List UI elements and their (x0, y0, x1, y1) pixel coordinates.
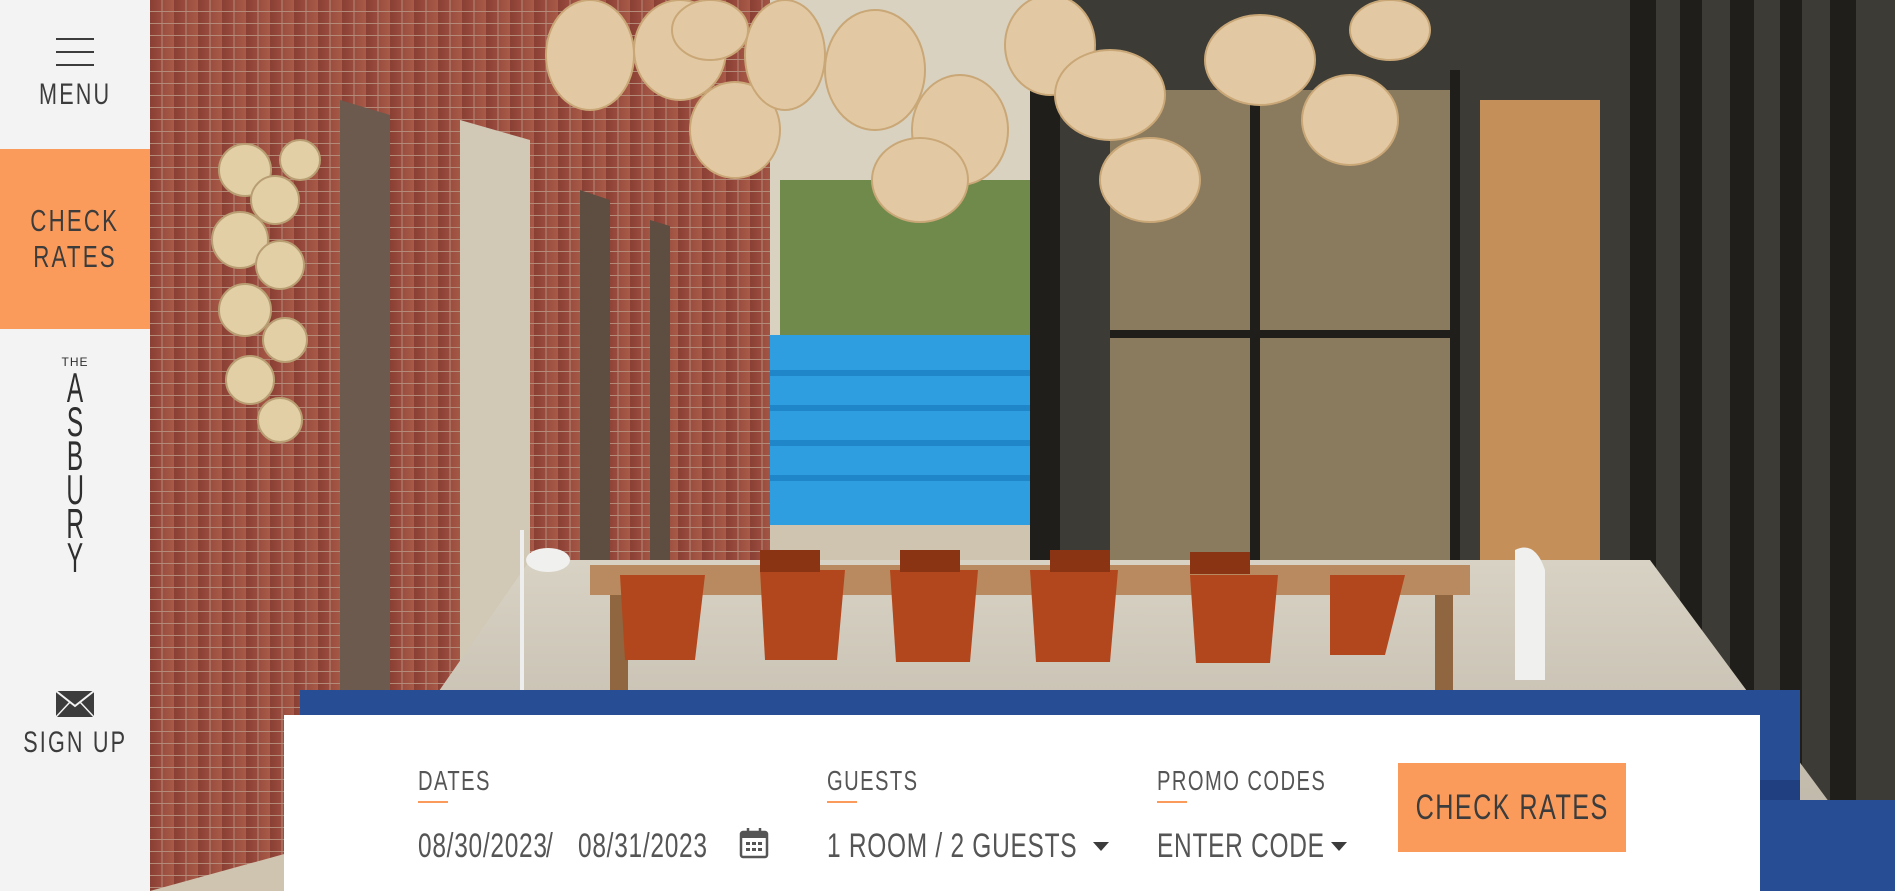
calendar-icon[interactable] (739, 827, 769, 859)
guests-accent-rule (827, 801, 857, 803)
check-in-input[interactable]: 08/30/2023 (418, 827, 548, 866)
logo-letter: Y (66, 534, 84, 581)
chevron-down-icon[interactable] (1093, 842, 1109, 851)
guests-label: GUESTS (827, 765, 919, 796)
promo-accent-rule (1157, 801, 1187, 803)
promo-field: PROMO CODES (1157, 765, 1392, 803)
menu-button[interactable]: MENU (0, 0, 150, 149)
menu-label: MENU (38, 77, 112, 111)
check-rates-line2: RATES (33, 239, 117, 274)
signup-button[interactable]: SIGN UP (0, 690, 150, 760)
booking-widget: DATES 08/30/2023 / 08/31/2023 GUESTS 1 R… (284, 715, 1760, 891)
date-separator: / (546, 827, 554, 865)
hamburger-icon (56, 37, 94, 66)
sidebar: MENU CHECK RATES THE A S A S B U R Y SIG… (0, 0, 150, 891)
dates-accent-rule (418, 801, 448, 803)
chevron-down-icon[interactable] (1331, 842, 1347, 851)
guests-select[interactable]: 1 ROOM / 2 GUESTS (827, 827, 1077, 866)
dates-label: DATES (418, 765, 491, 796)
envelope-icon (55, 690, 95, 718)
promo-code-input[interactable]: ENTER CODE (1157, 827, 1325, 866)
logo-wordmark: A S A S B U R Y (60, 367, 90, 581)
dates-field: DATES (418, 765, 519, 803)
guests-field: GUESTS (827, 765, 954, 803)
check-out-input[interactable]: 08/31/2023 (578, 827, 708, 866)
sidebar-check-rates-button[interactable]: CHECK RATES (0, 149, 150, 329)
check-rates-label: CHECK RATES (1415, 787, 1609, 827)
signup-label: SIGN UP (23, 726, 127, 759)
promo-label: PROMO CODES (1157, 765, 1327, 796)
check-rates-button[interactable]: CHECK RATES (1398, 763, 1626, 852)
logo[interactable]: THE A S A S B U R Y (0, 355, 150, 581)
check-rates-line1: CHECK (30, 203, 120, 238)
